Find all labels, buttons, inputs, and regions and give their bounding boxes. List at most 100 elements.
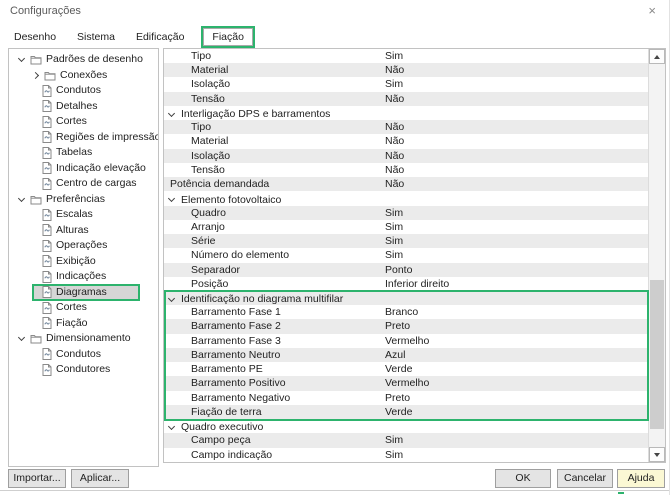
chevron-down-icon[interactable]	[168, 110, 175, 117]
property-value[interactable]: Não	[385, 92, 404, 106]
chevron-down-icon[interactable]	[18, 55, 25, 62]
property-row-tensao[interactable]: TensãoNão	[164, 163, 648, 177]
property-row-fiacao-de-terra[interactable]: Fiação de terraVerde	[164, 405, 648, 419]
group-row-quadro-executivo[interactable]: Quadro executivo	[164, 419, 648, 433]
tree-item-diagramas[interactable]: Diagramas	[33, 285, 139, 301]
property-row-barramento-fase-1[interactable]: Barramento Fase 1Branco	[164, 305, 648, 319]
property-row-barramento-fase-3[interactable]: Barramento Fase 3Vermelho	[164, 334, 648, 348]
property-row-material[interactable]: MaterialNão	[164, 134, 648, 148]
property-value[interactable]: Vermelho	[385, 334, 429, 348]
property-row-material[interactable]: MaterialNão	[164, 63, 648, 77]
chevron-right-icon[interactable]	[32, 72, 39, 79]
tree-item-condutores[interactable]: Condutores	[9, 362, 158, 378]
property-value[interactable]: Não	[385, 163, 404, 177]
property-row-arranjo[interactable]: ArranjoSim	[164, 220, 648, 234]
tree-item-cortes[interactable]: Cortes	[9, 114, 158, 130]
cancelar-button[interactable]: Cancelar	[557, 469, 613, 488]
property-value[interactable]: Branco	[385, 305, 418, 319]
property-row-barramento-neutro[interactable]: Barramento Neutro Azul	[164, 348, 648, 362]
chevron-down-icon[interactable]	[18, 334, 25, 341]
tree-item-exibicao[interactable]: Exibição	[9, 254, 158, 270]
ok-button[interactable]: OK	[495, 469, 551, 488]
property-value[interactable]: Sim	[385, 49, 403, 63]
property-value[interactable]: Verde	[385, 405, 412, 419]
property-value[interactable]: Preto	[385, 319, 410, 333]
chevron-down-icon[interactable]	[168, 295, 175, 302]
property-row-campo-indicacao[interactable]: Campo indicaçãoSim	[164, 448, 648, 462]
aplicar-button[interactable]: Aplicar...	[71, 469, 129, 488]
property-value[interactable]: Sim	[385, 448, 403, 462]
property-row-tipo[interactable]: TipoNão	[164, 120, 648, 134]
tree-item-operacoes[interactable]: Operações	[9, 238, 158, 254]
tab-desenho[interactable]: Desenho	[12, 29, 58, 45]
tree-item-detalhes[interactable]: Detalhes	[9, 99, 158, 115]
close-icon[interactable]: ×	[645, 2, 659, 19]
property-value[interactable]: Sim	[385, 77, 403, 91]
property-row-barramento-fase-2[interactable]: Barramento Fase 2Preto	[164, 319, 648, 333]
property-value[interactable]: Sim	[385, 220, 403, 234]
property-row-quadro[interactable]: QuadroSim	[164, 206, 648, 220]
property-value[interactable]: Verde	[385, 362, 412, 376]
property-row-campo-peca[interactable]: Campo peçaSim	[164, 433, 648, 447]
property-value[interactable]: Sim	[385, 248, 403, 262]
group-row-interligacao-dps-e-barramentos[interactable]: Interligação DPS e barramentos	[164, 106, 648, 120]
property-row-serie[interactable]: SérieSim	[164, 234, 648, 248]
property-value[interactable]: Sim	[385, 234, 403, 248]
tree-item-condutos[interactable]: Condutos	[9, 83, 158, 99]
property-value[interactable]: Não	[385, 149, 404, 163]
property-value[interactable]: Inferior direito	[385, 277, 449, 291]
tree-item-indicacao-elevacao[interactable]: Indicação elevação	[9, 161, 158, 177]
tree-item-cortes[interactable]: Cortes	[9, 300, 158, 316]
tree-item-regioes-de-impressao[interactable]: Regiões de impressão	[9, 130, 158, 146]
page-icon	[42, 348, 52, 360]
property-value[interactable]: Não	[385, 63, 404, 77]
importar-button[interactable]: Importar...	[8, 469, 66, 488]
property-row-tipo[interactable]: TipoSim	[164, 49, 648, 63]
property-value[interactable]: Vermelho	[385, 376, 429, 390]
tab-edificacao[interactable]: Edificação	[134, 29, 186, 45]
property-row-barramento-pe[interactable]: Barramento PEVerde	[164, 362, 648, 376]
tree-item-alturas[interactable]: Alturas	[9, 223, 158, 239]
scroll-down-button[interactable]	[649, 447, 665, 462]
property-row-separador[interactable]: SeparadorPonto	[164, 263, 648, 277]
property-row-barramento-negativo[interactable]: Barramento NegativoPreto	[164, 391, 648, 405]
tree-item-escalas[interactable]: Escalas	[9, 207, 158, 223]
tree-item-tabelas[interactable]: Tabelas	[9, 145, 158, 161]
property-value[interactable]: Ponto	[385, 263, 412, 277]
tree-item-fiacao[interactable]: Fiação	[9, 316, 158, 332]
property-row-numero-do-elemento[interactable]: Número do elementoSim	[164, 248, 648, 262]
tab-fiacao[interactable]: Fiação	[203, 28, 253, 46]
property-value[interactable]: Não	[385, 134, 404, 148]
group-row-elemento-fotovoltaico[interactable]: Elemento fotovoltaico	[164, 191, 648, 205]
property-row-posicao[interactable]: Posição Inferior direito	[164, 277, 648, 291]
tree-item-conexoes[interactable]: Conexões	[9, 68, 158, 84]
vertical-scrollbar[interactable]	[648, 49, 665, 462]
property-value[interactable]: Preto	[385, 391, 410, 405]
property-value[interactable]: Não	[385, 120, 404, 134]
chevron-down-icon[interactable]	[168, 423, 175, 430]
chevron-down-icon[interactable]	[18, 195, 25, 202]
property-name: Barramento Neutro	[164, 348, 280, 362]
property-value[interactable]: Não	[385, 177, 404, 191]
chevron-down-icon[interactable]	[168, 195, 175, 202]
tab-sistema[interactable]: Sistema	[75, 29, 117, 45]
tree-item-dimensionamento[interactable]: Dimensionamento	[9, 331, 158, 347]
property-value[interactable]: Azul	[385, 348, 405, 362]
property-row-isolacao[interactable]: IsolaçãoSim	[164, 77, 648, 91]
property-row-isolacao[interactable]: IsolaçãoNão	[164, 149, 648, 163]
tree-item-condutos[interactable]: Condutos	[9, 347, 158, 363]
scrollbar-thumb[interactable]	[650, 280, 664, 429]
tree-item-padroes-de-desenho[interactable]: Padrões de desenho	[9, 52, 158, 68]
tree-item-preferencias[interactable]: Preferências	[9, 192, 158, 208]
property-value[interactable]: Sim	[385, 433, 403, 447]
tree-item-centro-de-cargas[interactable]: Centro de cargas	[9, 176, 158, 192]
property-row-potencia-demandada[interactable]: Potência demandadaNão	[164, 177, 648, 191]
property-row-barramento-positivo[interactable]: Barramento PositivoVermelho	[164, 376, 648, 390]
group-row-identificacao-no-diagrama-multifilar[interactable]: Identificação no diagrama multifilar	[164, 291, 648, 305]
property-name: Posição	[164, 277, 228, 291]
scroll-up-button[interactable]	[649, 49, 665, 64]
property-row-tensao[interactable]: TensãoNão	[164, 92, 648, 106]
ajuda-button[interactable]: Ajuda	[617, 469, 665, 488]
tree-item-indicacoes[interactable]: Indicações	[9, 269, 158, 285]
property-value[interactable]: Sim	[385, 206, 403, 220]
